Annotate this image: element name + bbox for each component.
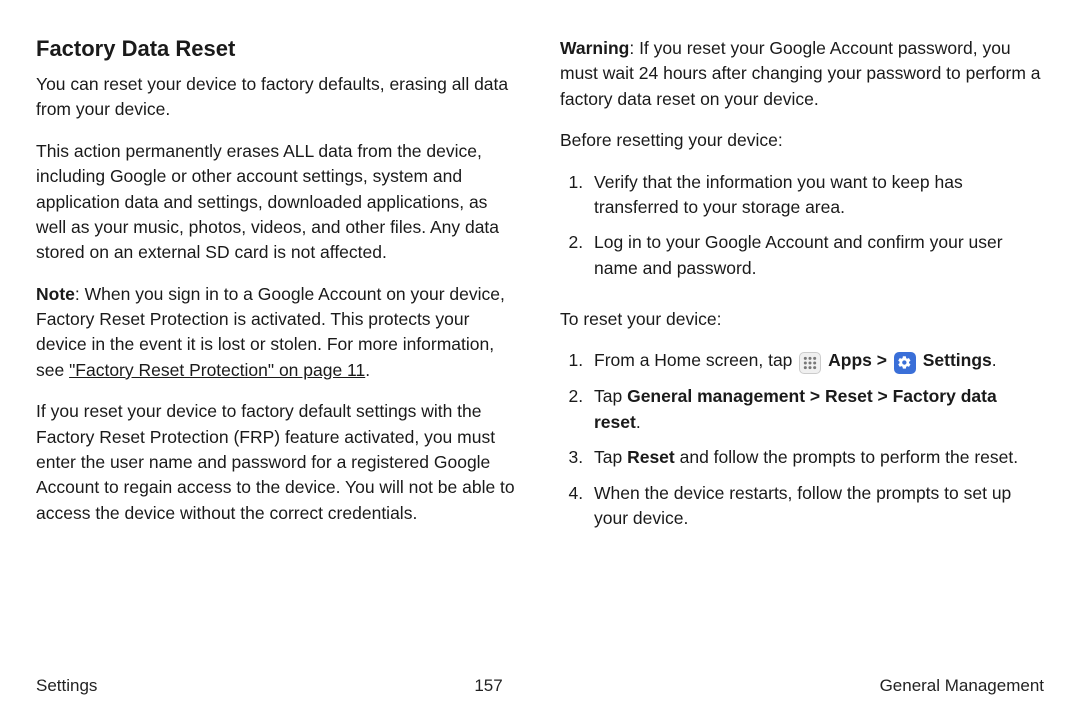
content-columns: Factory Data Reset You can reset your de…	[36, 36, 1044, 661]
note-label: Note	[36, 284, 75, 304]
erase-details-paragraph: This action permanently erases ALL data …	[36, 139, 520, 266]
left-column: Factory Data Reset You can reset your de…	[36, 36, 520, 661]
step-text: Tap	[594, 447, 627, 467]
note-link[interactable]: "Factory Reset Protection" on page 11	[69, 360, 365, 380]
reset-steps: From a Home screen, tap Apps > Settings.…	[560, 348, 1044, 541]
step-end: .	[992, 350, 997, 370]
before-list: Verify that the information you want to …	[560, 170, 1044, 292]
list-item: Tap Reset and follow the prompts to perf…	[588, 445, 1044, 470]
step-text: and follow the prompts to perform the re…	[675, 447, 1018, 467]
step-text: Tap	[594, 386, 627, 406]
list-item: When the device restarts, follow the pro…	[588, 481, 1044, 532]
step-bold: General management > Reset > Factory dat…	[594, 386, 997, 431]
apps-label: Apps	[828, 350, 872, 370]
settings-icon	[894, 352, 916, 374]
gt1: >	[872, 350, 892, 370]
section-heading: Factory Data Reset	[36, 36, 520, 62]
warning-paragraph: Warning: If you reset your Google Accoun…	[560, 36, 1044, 112]
settings-label: Settings	[923, 350, 992, 370]
warning-label: Warning	[560, 38, 629, 58]
before-heading: Before resetting your device:	[560, 128, 1044, 153]
list-item: From a Home screen, tap Apps > Settings.	[588, 348, 1044, 374]
list-item: Log in to your Google Account and confir…	[588, 230, 1044, 281]
note-after: .	[365, 360, 370, 380]
frp-paragraph: If you reset your device to factory defa…	[36, 399, 520, 526]
intro-paragraph: You can reset your device to factory def…	[36, 72, 520, 123]
page-footer: Settings 157 General Management	[36, 676, 1044, 696]
note-paragraph: Note: When you sign in to a Google Accou…	[36, 282, 520, 384]
footer-left: Settings	[36, 676, 97, 696]
list-item: Verify that the information you want to …	[588, 170, 1044, 221]
page-number: 157	[474, 676, 502, 696]
step-bold: Reset	[627, 447, 675, 467]
toreset-heading: To reset your device:	[560, 307, 1044, 332]
warning-body: : If you reset your Google Account passw…	[560, 38, 1041, 109]
list-item: Tap General management > Reset > Factory…	[588, 384, 1044, 435]
apps-icon	[799, 352, 821, 374]
step-end: .	[636, 412, 641, 432]
step-text: From a Home screen, tap	[594, 350, 797, 370]
footer-right: General Management	[880, 676, 1044, 696]
right-column: Warning: If you reset your Google Accoun…	[560, 36, 1044, 661]
